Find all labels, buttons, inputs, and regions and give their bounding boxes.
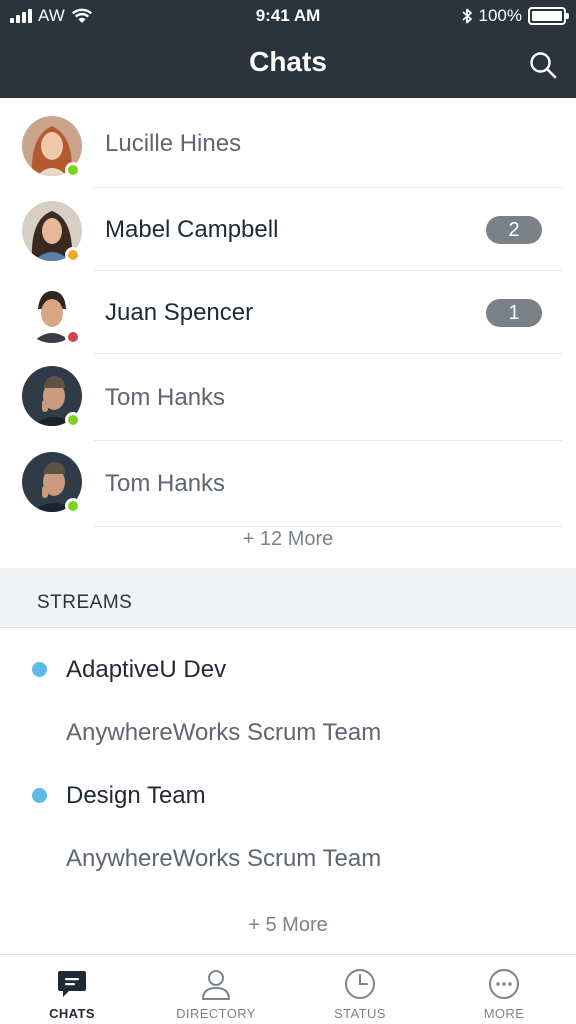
chat-list: Lucille Hines Mabel Campbell 2 Juan Spen: [0, 100, 576, 527]
avatar: [22, 201, 82, 263]
stream-name: AnywhereWorks Scrum Team: [66, 719, 382, 746]
streams-more-link[interactable]: + 5 More: [0, 914, 576, 937]
battery-icon: [528, 7, 569, 25]
clock-icon: [345, 969, 375, 999]
stream-name: Design Team: [66, 782, 206, 809]
chat-bubble-icon: [58, 971, 86, 997]
chat-item[interactable]: Mabel Campbell 2: [0, 188, 576, 271]
person-icon: [202, 970, 230, 1000]
presence-busy-indicator: [65, 329, 81, 345]
tab-directory[interactable]: DIRECTORY: [144, 955, 288, 1024]
chat-item[interactable]: Tom Hanks: [0, 354, 576, 441]
unread-dot-icon: [32, 662, 47, 677]
chat-name: Lucille Hines: [105, 130, 242, 157]
unread-badge: 2: [486, 215, 542, 244]
avatar: [22, 116, 82, 178]
streams-section-header: STREAMS: [0, 568, 576, 628]
battery-percent: 100%: [478, 6, 522, 25]
stream-item[interactable]: AnywhereWorks Scrum Team: [0, 831, 576, 887]
chat-item[interactable]: Juan Spencer 1: [0, 271, 576, 354]
tab-bar: CHATS DIRECTORY STATUS MORE: [0, 954, 576, 1024]
streams-title: STREAMS: [37, 592, 133, 613]
presence-online-indicator: [65, 498, 81, 514]
tab-status[interactable]: STATUS: [288, 955, 432, 1024]
chats-more-link[interactable]: + 12 More: [0, 528, 576, 551]
unread-dot-icon: [32, 788, 47, 803]
presence-online-indicator: [65, 162, 81, 178]
more-dots-icon: [489, 969, 519, 999]
avatar: [22, 283, 82, 345]
page-title: Chats: [249, 46, 327, 77]
avatar: [22, 366, 82, 428]
search-icon[interactable]: [528, 50, 558, 80]
tab-label: DIRECTORY: [176, 1006, 256, 1021]
tab-label: CHATS: [49, 1006, 95, 1021]
status-bar: AW 9:41 AM 100%: [0, 0, 576, 34]
stream-item[interactable]: AnywhereWorks Scrum Team: [0, 705, 576, 761]
presence-online-indicator: [65, 412, 81, 428]
unread-badge: 1: [486, 298, 542, 327]
avatar: [22, 452, 82, 514]
presence-away-indicator: [65, 247, 81, 263]
status-right: 100%: [461, 6, 569, 26]
stream-item[interactable]: AdaptiveU Dev: [0, 642, 576, 698]
chat-name: Mabel Campbell: [105, 215, 279, 243]
stream-name: AnywhereWorks Scrum Team: [66, 845, 382, 872]
app-header: AW 9:41 AM 100% Chats: [0, 0, 576, 98]
tab-label: STATUS: [334, 1006, 386, 1021]
chat-name: Juan Spencer: [105, 298, 254, 326]
tab-more[interactable]: MORE: [432, 955, 576, 1024]
stream-item[interactable]: Design Team: [0, 768, 576, 824]
tab-chats[interactable]: CHATS: [0, 955, 144, 1024]
chat-item[interactable]: Lucille Hines: [0, 100, 576, 188]
bluetooth-icon: [461, 8, 472, 24]
chat-name: Tom Hanks: [105, 470, 226, 497]
stream-name: AdaptiveU Dev: [66, 656, 227, 683]
chat-item[interactable]: Tom Hanks: [0, 441, 576, 527]
tab-label: MORE: [483, 1006, 525, 1021]
chat-name: Tom Hanks: [105, 383, 226, 411]
